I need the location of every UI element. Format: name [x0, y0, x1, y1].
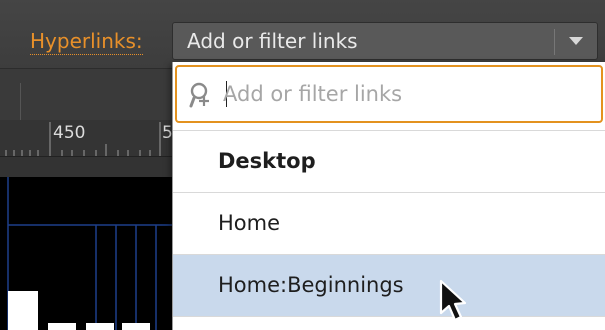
hyperlinks-combobox[interactable]: Add or filter links — [172, 22, 598, 60]
canvas-content — [7, 177, 172, 330]
hyperlinks-combobox-value: Add or filter links — [187, 29, 358, 53]
menu-item-label: Home:Beginnings — [218, 273, 404, 297]
toolbar-strip — [0, 68, 172, 123]
hyperlinks-dropdown: Desktop Home Home:Beginnings — [172, 62, 605, 330]
menu-item-home[interactable]: Home — [173, 192, 605, 254]
group-header-label: Desktop — [218, 149, 316, 173]
menu-group-header: Desktop — [173, 130, 605, 192]
design-canvas[interactable] — [0, 177, 172, 330]
menu-item-home-beginnings[interactable]: Home:Beginnings — [173, 254, 605, 316]
menu-item-next[interactable] — [173, 316, 605, 330]
add-link-search-icon — [189, 82, 213, 108]
mouse-pointer-icon — [437, 279, 473, 325]
horizontal-ruler: 450 5 — [0, 120, 173, 157]
link-filter-box[interactable] — [175, 65, 603, 123]
stage-margin — [0, 157, 172, 177]
ruler-label-450: 450 — [53, 123, 86, 143]
hyperlinks-label[interactable]: Hyperlinks: — [30, 28, 143, 55]
properties-bar: Hyperlinks: Add or filter links — [0, 0, 605, 68]
ruler-ticks — [5, 122, 161, 156]
toolbar-divider — [20, 83, 21, 123]
link-filter-input[interactable] — [223, 79, 583, 109]
menu-item-label: Home — [218, 211, 281, 235]
chevron-down-icon[interactable] — [555, 23, 597, 59]
